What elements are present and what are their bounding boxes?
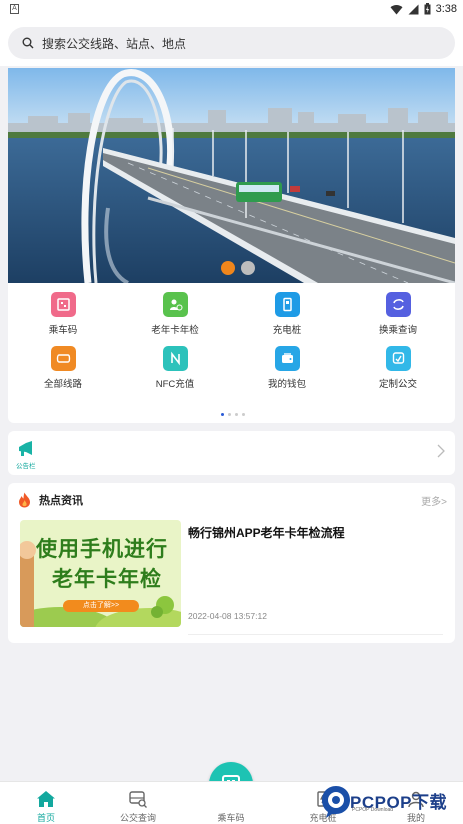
notice-bar[interactable]: 公告栏 bbox=[8, 431, 455, 475]
megaphone-icon bbox=[19, 441, 32, 456]
charging-pile-icon bbox=[274, 292, 300, 317]
bus-search-icon bbox=[129, 791, 147, 808]
nfc-icon bbox=[162, 346, 188, 371]
status-bar: A 3:38 bbox=[0, 0, 463, 20]
pager-dot bbox=[235, 413, 238, 416]
banner-dot[interactable] bbox=[241, 261, 255, 275]
battery-icon bbox=[424, 3, 431, 15]
service-custom-bus[interactable]: 定制公交 bbox=[348, 346, 448, 390]
service-all-routes[interactable]: 全部线路 bbox=[13, 346, 113, 390]
home-icon bbox=[37, 791, 55, 807]
tab-home[interactable]: 首页 bbox=[0, 782, 92, 824]
pager-dot bbox=[242, 413, 245, 416]
search-input[interactable]: 搜索公交线路、站点、地点 bbox=[8, 27, 455, 59]
transfer-icon bbox=[385, 292, 411, 317]
qr-bus-icon bbox=[50, 292, 76, 317]
service-nfc[interactable]: NFC充值 bbox=[125, 346, 225, 390]
search-area: 搜索公交线路、站点、地点 bbox=[0, 20, 463, 66]
search-placeholder: 搜索公交线路、站点、地点 bbox=[42, 36, 187, 51]
tab-label: 公交查询 bbox=[119, 813, 156, 823]
notice-label: 公告栏 bbox=[16, 463, 36, 470]
wallet-icon bbox=[274, 346, 300, 371]
news-title[interactable]: 畅行锦州APP老年卡年检流程 bbox=[188, 524, 345, 541]
search-icon bbox=[22, 37, 34, 49]
service-grid: 乘车码 老年卡年检 充电桩 换乘查询 全部线路 NFC充值 我的钱包 定制公交 bbox=[8, 283, 455, 423]
service-label: 全部线路 bbox=[43, 379, 82, 390]
more-link[interactable]: 更多> bbox=[421, 493, 447, 508]
banner-indicator bbox=[221, 261, 255, 275]
news-thumbnail[interactable]: 使用手机进行 老年卡年检 点击了解>> bbox=[20, 520, 181, 627]
pcpop-logo-icon bbox=[322, 786, 350, 818]
custom-bus-icon bbox=[385, 346, 411, 371]
tab-label: 乘车码 bbox=[217, 813, 245, 823]
tab-bus-search[interactable]: 公交查询 bbox=[92, 782, 184, 824]
wifi-icon bbox=[390, 4, 403, 14]
service-label: 老年卡年检 bbox=[151, 325, 199, 336]
banner-dot-active[interactable] bbox=[221, 261, 235, 275]
notification-icon: A bbox=[10, 4, 19, 14]
service-label: NFC充值 bbox=[155, 379, 195, 390]
fire-icon bbox=[19, 492, 30, 508]
service-pager bbox=[221, 413, 245, 416]
hot-news-section: 热点资讯 更多> 使用手机进行 老年卡年检 点击了解>> 畅行锦州APP老年卡年… bbox=[8, 483, 455, 643]
all-routes-icon bbox=[50, 346, 76, 371]
banner-carousel[interactable] bbox=[8, 68, 455, 283]
news-date: 2022-04-08 13:57:12 bbox=[188, 611, 267, 621]
watermark-subtitle: PCPOP Download bbox=[352, 807, 394, 813]
thumb-line-1: 使用手机进行 bbox=[36, 538, 168, 561]
signal-icon bbox=[408, 4, 419, 14]
divider bbox=[188, 634, 443, 635]
bridge-photo bbox=[8, 68, 455, 283]
service-label: 我的钱包 bbox=[267, 379, 306, 390]
tab-label: 首页 bbox=[36, 813, 55, 823]
tab-qr-code[interactable]: 乘车码 bbox=[185, 782, 277, 824]
service-label: 乘车码 bbox=[48, 325, 78, 336]
service-label: 充电桩 bbox=[272, 325, 302, 336]
service-transfer[interactable]: 换乘查询 bbox=[348, 292, 448, 336]
news-header: 热点资讯 bbox=[18, 492, 83, 508]
watermark: PCPOP下载 PCPOP Download bbox=[320, 782, 463, 824]
service-label: 定制公交 bbox=[378, 379, 417, 390]
pager-dot bbox=[228, 413, 231, 416]
service-elder-card[interactable]: 老年卡年检 bbox=[125, 292, 225, 336]
service-label: 换乘查询 bbox=[378, 325, 417, 336]
pager-dot-active bbox=[221, 413, 224, 416]
clock: 3:38 bbox=[435, 3, 457, 15]
service-wallet[interactable]: 我的钱包 bbox=[237, 346, 337, 390]
thumb-button: 点击了解>> bbox=[63, 600, 139, 612]
thumb-line-2: 老年卡年检 bbox=[52, 568, 162, 591]
service-qr-bus[interactable]: 乘车码 bbox=[13, 292, 113, 336]
elder-card-icon bbox=[162, 292, 188, 317]
service-charging-pile[interactable]: 充电桩 bbox=[237, 292, 337, 336]
chevron-right-icon bbox=[437, 444, 445, 458]
news-heading: 热点资讯 bbox=[39, 495, 83, 507]
